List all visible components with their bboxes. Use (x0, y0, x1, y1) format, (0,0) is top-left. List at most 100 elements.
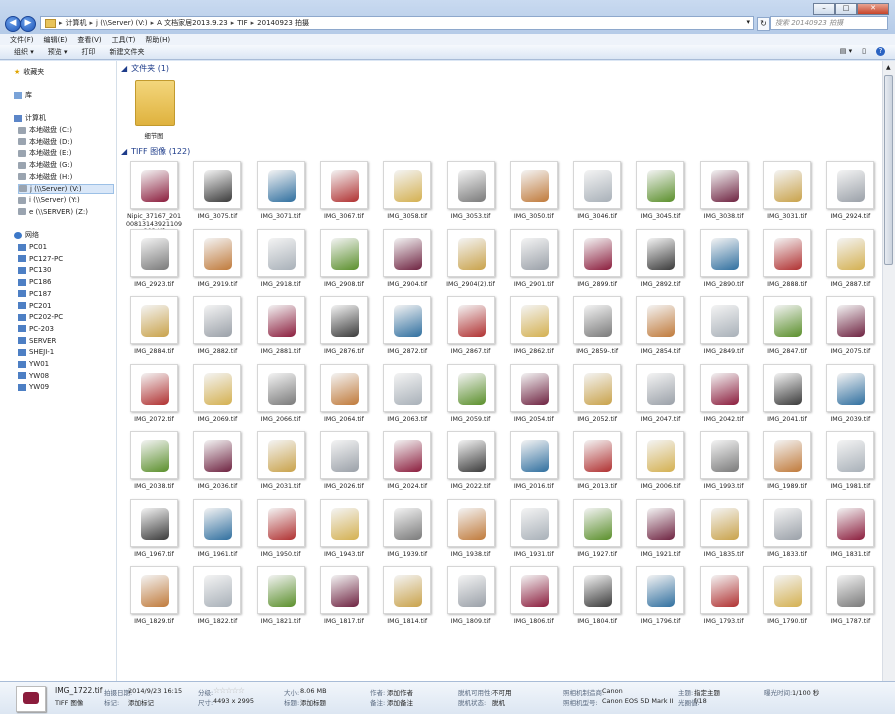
image-thumbnail (509, 363, 558, 412)
sidebar-item-host[interactable]: YW01 (18, 359, 49, 369)
sidebar-item-host[interactable]: PC186 (18, 277, 51, 287)
menu-tools[interactable]: 工具(T) (112, 35, 136, 45)
details-pane: IMG_1722.tif TIFF 图像 拍摄日期: 2014/9/23 16:… (0, 681, 895, 714)
file-item[interactable]: IMG_1804.tif (568, 566, 626, 656)
computer-icon (18, 348, 26, 356)
view-options-icon[interactable]: ▤ ▾ (840, 47, 852, 56)
file-name: IMG_1817.tif (324, 618, 364, 625)
file-name: IMG_1804.tif (577, 618, 617, 625)
print-button[interactable]: 打印 (82, 47, 96, 57)
maximize-button[interactable]: □ (835, 3, 857, 15)
sidebar-item-favorites[interactable]: ★ 收藏夹 (14, 67, 44, 77)
sidebar-item-host[interactable]: PC202-PC (18, 312, 63, 322)
rating-stars[interactable]: ☆☆☆☆☆ (213, 686, 245, 695)
sidebar-item-host[interactable]: YW08 (18, 371, 49, 381)
detail-subject[interactable]: 指定主题 (694, 687, 720, 697)
computer-icon (18, 302, 26, 309)
sidebar-item-drive[interactable]: i (\\Server) (Y:) (18, 195, 80, 205)
file-item[interactable]: IMG_1809.tif (442, 566, 500, 656)
sidebar-item-host[interactable]: PC130 (18, 265, 51, 275)
new-folder-button[interactable]: 新建文件夹 (110, 47, 145, 57)
file-item[interactable]: IMG_1821.tif (252, 566, 310, 656)
sidebar-item-host[interactable]: SHEJI-1 (18, 347, 54, 357)
file-name: IMG_2042.tif (703, 415, 744, 423)
sidebar-item-drive[interactable]: 本地磁盘 (E:) (18, 148, 71, 158)
file-name: IMG_2038.tif (134, 483, 174, 490)
file-name: IMG_1939.tif (387, 550, 428, 558)
refresh-button[interactable]: ↻ (757, 17, 770, 31)
file-item[interactable]: IMG_1806.tif (505, 566, 563, 656)
sidebar-item-host[interactable]: PC187 (18, 289, 51, 299)
crumb[interactable]: j (\\Server) (V:) (96, 19, 148, 27)
file-name: IMG_1806.tif (513, 618, 554, 625)
scroll-up-icon[interactable]: ▲ (886, 64, 891, 71)
sidebar-item-computer[interactable]: 计算机 (14, 113, 46, 123)
chevron-down-icon[interactable]: ▾ (746, 18, 750, 26)
detail-comment[interactable]: 添加备注 (387, 697, 413, 707)
menu-file[interactable]: 文件(F) (10, 35, 34, 45)
sidebar-item-drive[interactable]: j (\\Server) (V:) (18, 183, 114, 194)
file-item[interactable]: IMG_1814.tif (378, 566, 436, 656)
sidebar-item-network[interactable]: 网络 (14, 230, 39, 240)
detail-camera-model: Canon EOS 5D Mark II (602, 697, 674, 705)
image-thumbnail (130, 431, 178, 479)
preview-button[interactable]: 预览 ▾ (48, 47, 68, 57)
sidebar-item-drive[interactable]: 本地磁盘 (G:) (18, 160, 72, 170)
crumb[interactable]: A 文档家居2013.9.23 (157, 18, 228, 28)
sidebar-item-libraries[interactable]: 库 (14, 90, 32, 100)
sidebar-item-host[interactable]: PC-203 (18, 324, 54, 334)
file-name: IMG_3075.tif (197, 213, 238, 220)
menu-help[interactable]: 帮助(H) (145, 35, 170, 45)
file-name: IMG_1796.tif (640, 618, 681, 625)
file-name: IMG_3067.tif (324, 213, 364, 220)
address-bar[interactable]: ▸ 计算机 ▸ j (\\Server) (V:) ▸ A 文档家居2013.9.23… (40, 16, 754, 30)
sidebar-item-drive[interactable]: 本地磁盘 (D:) (18, 137, 72, 147)
detail-dimensions: 4493 x 2995 (213, 697, 255, 705)
image-thumbnail (193, 363, 242, 412)
file-item[interactable]: IMG_1793.tif (695, 566, 753, 656)
detail-tags[interactable]: 添加标记 (128, 697, 154, 707)
folder-icon (135, 80, 175, 126)
file-item[interactable]: IMG_1817.tif (315, 566, 373, 656)
image-thumbnail (383, 161, 432, 209)
sidebar-item-drive[interactable]: 本地磁盘 (H:) (18, 172, 72, 182)
crumb[interactable]: TIF (237, 19, 247, 27)
file-name: IMG_2881.tif (260, 348, 301, 355)
file-item[interactable]: IMG_1822.tif (188, 566, 246, 656)
sidebar-item-drive[interactable]: 本地磁盘 (C:) (18, 125, 72, 135)
sidebar-item-host[interactable]: PC201 (18, 301, 51, 311)
sidebar-item-host[interactable]: PC127-PC (18, 254, 63, 264)
back-button[interactable]: ◀ (5, 16, 21, 32)
sidebar-item-host[interactable]: PC01 (18, 242, 47, 252)
file-item[interactable]: IMG_1796.tif (631, 566, 689, 656)
image-thumbnail (193, 498, 242, 547)
image-thumbnail (446, 363, 495, 412)
detail-author[interactable]: 添加作者 (387, 687, 413, 697)
crumb[interactable]: 20140923 拍摄 (257, 18, 309, 28)
menu-view[interactable]: 查看(V) (77, 35, 101, 45)
scrollbar-thumb[interactable] (884, 75, 893, 265)
group-header-tiff[interactable]: ◢ TIFF 图像 (122) (121, 146, 190, 156)
file-name: IMG_1835.tif (703, 550, 744, 558)
file-name: IMG_1809.tif (450, 618, 491, 625)
file-name: IMG_2890.tif (703, 280, 744, 288)
preview-pane-icon[interactable]: ▯ (862, 47, 866, 56)
detail-title[interactable]: 添加标题 (300, 697, 326, 707)
close-button[interactable]: ✕ (857, 3, 889, 15)
file-name: IMG_2867.tif (450, 348, 491, 355)
crumb[interactable]: 计算机 (66, 18, 87, 28)
group-header-folders[interactable]: ◢ 文件夹 (1) (121, 63, 170, 73)
file-name: IMG_1927.tif (577, 550, 617, 558)
search-input[interactable]: 搜索 20140923 拍摄 (770, 16, 888, 30)
help-icon[interactable]: ? (876, 47, 885, 56)
file-item[interactable]: IMG_1790.tif (758, 566, 816, 656)
forward-button[interactable]: ▶ (20, 16, 36, 32)
sidebar-item-drive[interactable]: e (\\SERVER) (Z:) (18, 207, 88, 217)
menu-edit[interactable]: 编辑(E) (44, 35, 68, 45)
file-item[interactable]: IMG_1829.tif (125, 566, 183, 656)
file-item[interactable]: IMG_1787.tif (821, 566, 879, 656)
organize-button[interactable]: 组织 ▾ (14, 47, 34, 57)
minimize-button[interactable]: – (813, 3, 835, 15)
sidebar-item-host[interactable]: SERVER (18, 336, 56, 346)
sidebar-item-host[interactable]: YW09 (18, 382, 49, 392)
